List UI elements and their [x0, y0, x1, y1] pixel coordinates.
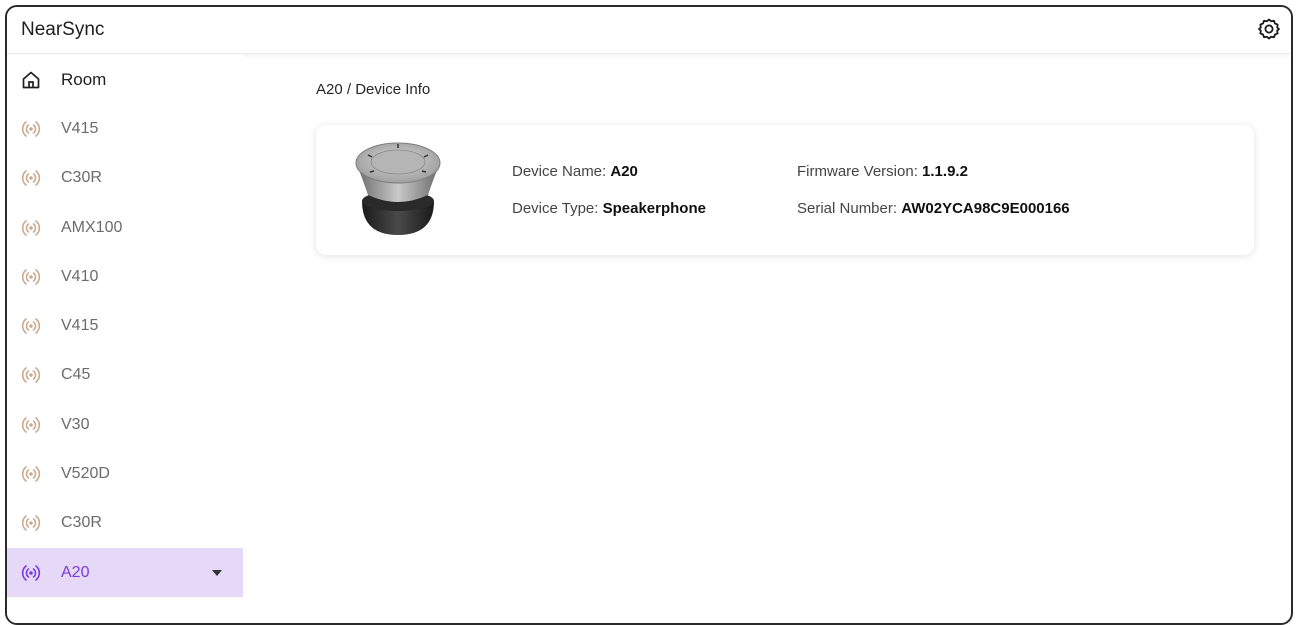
settings-button[interactable]: [1255, 15, 1283, 43]
device-name-label: Device Name:: [512, 163, 607, 180]
sidebar-item-amx100[interactable]: AMX100: [7, 203, 243, 252]
gear-icon: [1258, 18, 1280, 40]
broadcast-icon: [21, 119, 41, 139]
firmware-version-label: Firmware Version:: [797, 163, 918, 180]
sidebar-item-v520d[interactable]: V520D: [7, 449, 243, 498]
sidebar-item-v30[interactable]: V30: [7, 400, 243, 449]
caret-down-icon[interactable]: [211, 564, 223, 582]
app-window: NearSync Room V415 C30R AMX100 V410 V415…: [5, 5, 1293, 625]
title-bar: NearSync: [7, 7, 1291, 54]
sidebar-item-v415[interactable]: V415: [7, 104, 243, 153]
breadcrumb: A20 / Device Info: [316, 81, 431, 98]
speakerphone-image: [355, 142, 441, 235]
sidebar: Room V415 C30R AMX100 V410 V415 C45 V30 …: [7, 55, 243, 623]
sidebar-item-label: AMX100: [61, 218, 123, 236]
sidebar-item-label: V30: [61, 415, 90, 433]
sidebar-item-v415-2[interactable]: V415: [7, 301, 243, 350]
sidebar-item-label: C30R: [61, 514, 102, 532]
sidebar-item-label: V415: [61, 119, 99, 137]
sidebar-item-label: A20: [61, 563, 90, 581]
broadcast-icon: [21, 168, 41, 188]
broadcast-icon: [21, 218, 41, 238]
sidebar-item-c45[interactable]: C45: [7, 351, 243, 400]
app-title: NearSync: [21, 19, 105, 40]
device-name-field: Device Name: A20: [512, 163, 638, 180]
sidebar-item-a20[interactable]: A20: [7, 547, 243, 598]
serial-number-label: Serial Number:: [797, 200, 898, 217]
home-icon: [21, 70, 41, 90]
sidebar-item-room[interactable]: Room: [7, 55, 243, 104]
firmware-version-value: 1.1.9.2: [922, 163, 968, 180]
sidebar-item-c30r[interactable]: C30R: [7, 154, 243, 203]
device-type-label: Device Type:: [512, 200, 599, 217]
sidebar-item-label: V415: [61, 317, 99, 335]
firmware-version-field: Firmware Version: 1.1.9.2: [797, 163, 968, 180]
broadcast-icon: [21, 415, 41, 435]
serial-number-value: AW02YCA98C9E000166: [901, 200, 1070, 217]
sidebar-item-label: V410: [61, 267, 99, 285]
broadcast-icon: [21, 267, 41, 287]
sidebar-item-label: C45: [61, 366, 91, 384]
broadcast-icon: [21, 316, 41, 336]
device-type-field: Device Type: Speakerphone: [512, 200, 706, 217]
broadcast-icon: [21, 365, 41, 385]
serial-number-field: Serial Number: AW02YCA98C9E000166: [797, 200, 1070, 217]
device-name-value: A20: [610, 163, 638, 180]
broadcast-icon: [21, 563, 41, 583]
main-content: A20 / Device Info Device Name: A20 Devic…: [243, 55, 1291, 623]
sidebar-item-label: Room: [61, 69, 107, 89]
sidebar-item-label: V520D: [61, 465, 110, 483]
sidebar-item-v410[interactable]: V410: [7, 252, 243, 301]
device-type-value: Speakerphone: [602, 200, 706, 217]
sidebar-item-label: C30R: [61, 169, 102, 187]
broadcast-icon: [21, 513, 41, 533]
broadcast-icon: [21, 464, 41, 484]
device-info-card: Device Name: A20 Device Type: Speakerpho…: [316, 125, 1254, 255]
sidebar-item-c30r-2[interactable]: C30R: [7, 499, 243, 548]
